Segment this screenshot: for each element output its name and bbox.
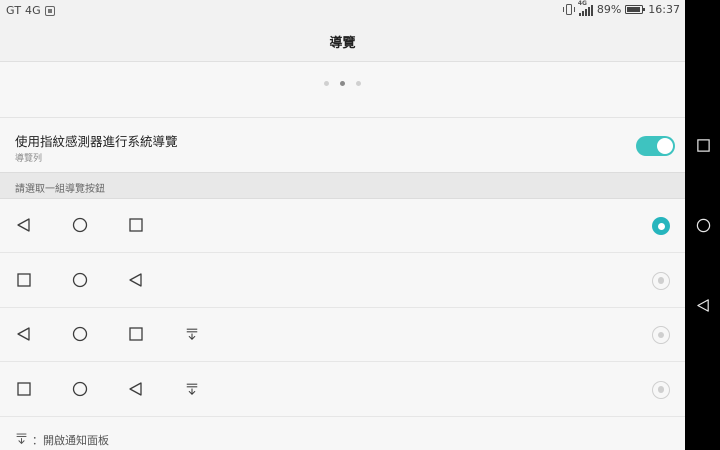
signal-icon: 4G — [578, 0, 593, 16]
page-dot[interactable] — [356, 81, 361, 86]
notification-icon — [183, 324, 201, 344]
system-navigation-bar — [685, 0, 720, 450]
fingerprint-navigation-setting[interactable]: 使用指紋感測器進行系統導覽 導覽列 — [0, 117, 685, 172]
navigation-option-row[interactable] — [0, 308, 685, 362]
recents-icon — [15, 379, 33, 399]
settings-screen: GT 4G 4G 89% 16:37 導覽 使用指紋感測器進行系統導覽 導覽列 … — [0, 0, 685, 450]
legend: ：開啟通知面板 — [15, 432, 109, 448]
recents-icon — [127, 324, 145, 344]
option-radio[interactable] — [652, 271, 670, 290]
system-back-button[interactable] — [694, 296, 712, 314]
section-header: 請選取一組導覽按鈕 — [0, 172, 685, 199]
option-radio[interactable] — [652, 217, 670, 235]
back-icon — [15, 324, 33, 344]
home-icon — [71, 379, 89, 399]
home-icon — [71, 215, 89, 235]
recents-icon — [15, 270, 33, 290]
page-dot[interactable] — [324, 81, 329, 86]
navigation-option-row[interactable] — [0, 253, 685, 308]
recents-icon — [127, 215, 145, 235]
section-title: 請選取一組導覽按鈕 — [15, 184, 105, 195]
network-badge: 4G — [577, 0, 587, 7]
option-radio[interactable] — [652, 326, 670, 344]
navigation-option-row[interactable] — [0, 362, 685, 417]
back-icon — [15, 215, 33, 235]
navigation-option-row[interactable] — [0, 199, 685, 253]
vibrate-icon — [562, 3, 575, 16]
setting-subtitle: 導覽列 — [15, 154, 43, 164]
home-icon — [71, 324, 89, 344]
clock: 16:37 — [648, 3, 680, 16]
option-radio[interactable] — [652, 380, 670, 399]
battery-icon — [625, 5, 646, 14]
sim-icon — [44, 5, 55, 16]
title-bar: 導覽 — [0, 22, 685, 62]
system-home-button[interactable] — [694, 216, 712, 234]
system-recents-button[interactable] — [694, 136, 712, 154]
page-dot[interactable] — [340, 81, 345, 86]
setting-title: 使用指紋感測器進行系統導覽 — [15, 134, 178, 149]
notification-icon — [183, 379, 201, 399]
page-indicator — [0, 62, 685, 117]
status-bar: GT 4G 4G 89% 16:37 — [0, 0, 685, 22]
home-icon — [71, 270, 89, 290]
page-title: 導覽 — [329, 36, 356, 51]
battery-percent: 89% — [596, 3, 622, 16]
notification-icon — [15, 432, 28, 448]
back-icon — [127, 270, 145, 290]
back-icon — [127, 379, 145, 399]
legend-text: ：開啟通知面板 — [32, 434, 109, 447]
fingerprint-navigation-toggle[interactable] — [636, 136, 675, 156]
carrier-label: GT 4G — [6, 4, 41, 17]
